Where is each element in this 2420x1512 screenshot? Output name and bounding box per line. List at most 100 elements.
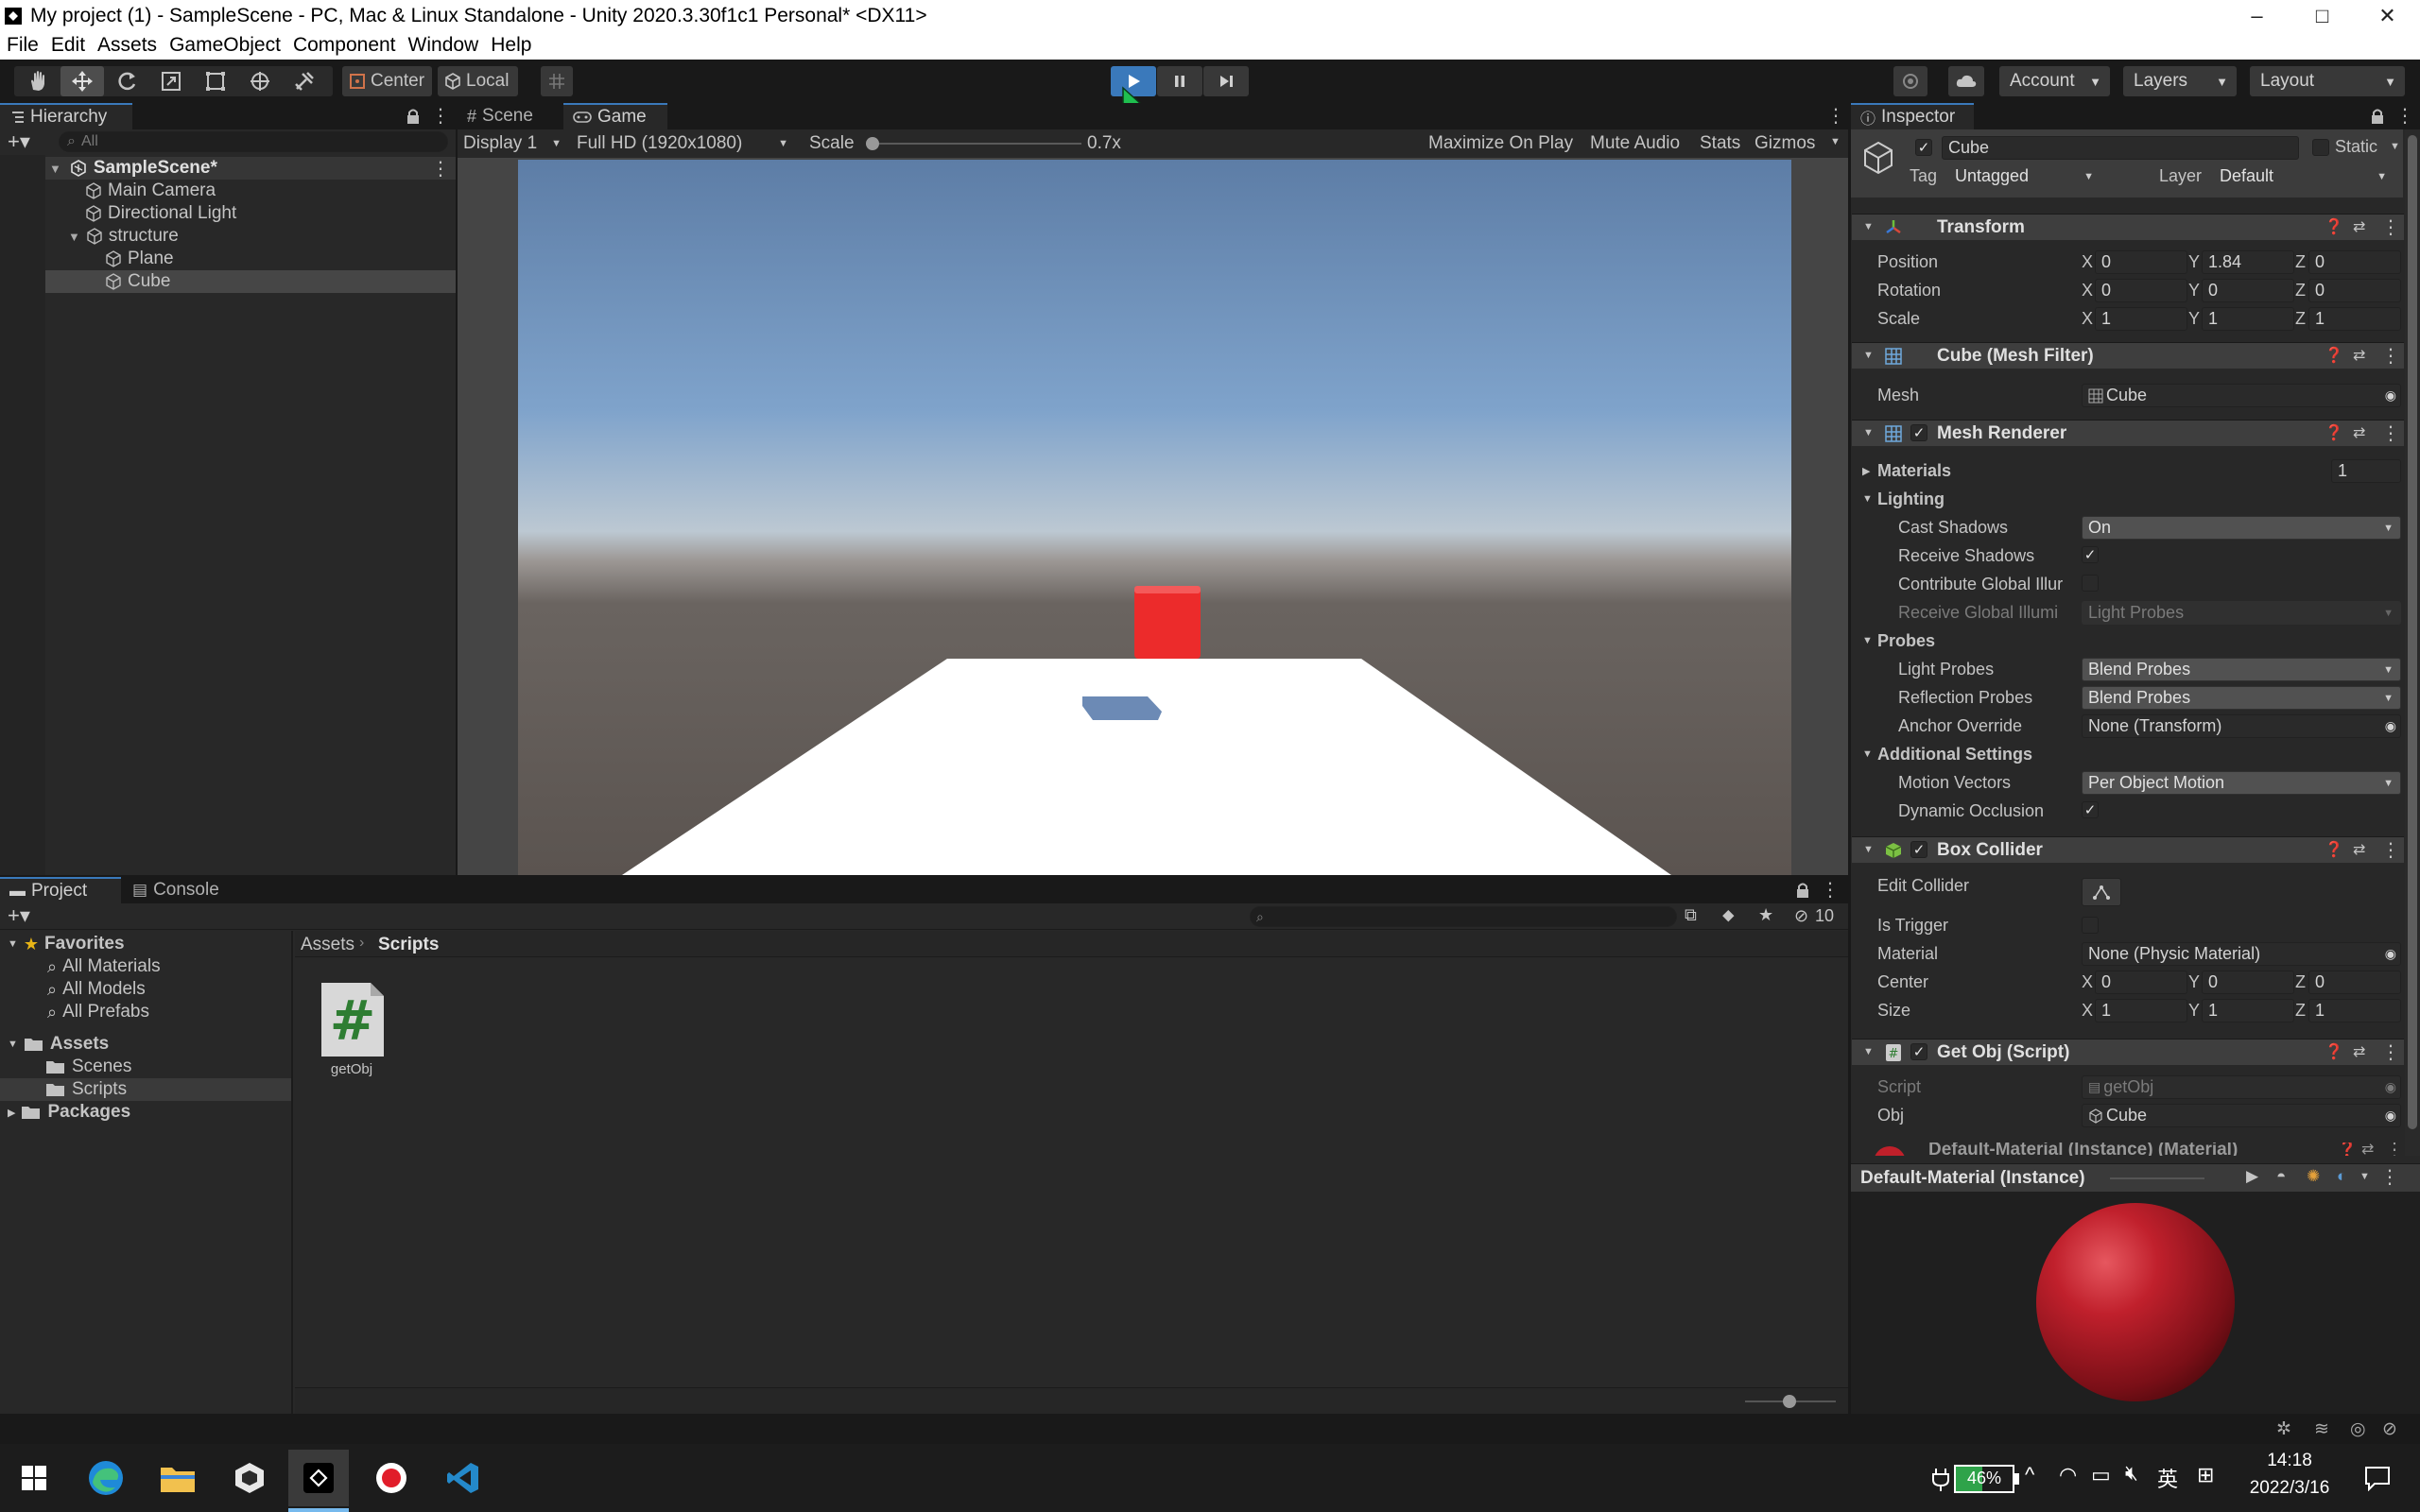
pivot-center-toggle[interactable]: Center <box>342 66 432 96</box>
close-button[interactable]: ✕ <box>2355 0 2420 31</box>
edit-collider-button[interactable] <box>2082 878 2121 906</box>
file-explorer-icon[interactable] <box>154 1454 201 1502</box>
display-dropdown[interactable]: Display 1 ▼ <box>463 132 567 155</box>
grid-snap-button[interactable] <box>541 66 573 96</box>
dynamic-occlusion-checkbox[interactable]: ✓ <box>2082 801 2099 818</box>
scale-tool-icon[interactable] <box>149 66 193 96</box>
preview-background-icon[interactable]: ◐ <box>2337 1167 2346 1186</box>
hierarchy-item-plane[interactable]: Plane <box>0 248 456 270</box>
materials-count-field[interactable]: 1 <box>2331 459 2401 483</box>
tab-game[interactable]: Game <box>563 103 667 129</box>
cache-server-icon[interactable]: ≋ <box>2314 1418 2329 1440</box>
ime-layout-icon[interactable]: ⊞ <box>2197 1463 2214 1487</box>
scale-x-field[interactable]: 1 <box>2095 307 2187 331</box>
hierarchy-item-structure[interactable]: ▼ structure <box>0 225 456 248</box>
expand-arrow-icon[interactable]: ▼ <box>68 230 80 244</box>
rotate-tool-icon[interactable] <box>105 66 148 96</box>
layer-dropdown[interactable]: Default ▼ <box>2214 164 2394 188</box>
rotation-x-field[interactable]: 0 <box>2095 279 2187 302</box>
hierarchy-item-main-camera[interactable]: Main Camera <box>0 180 456 202</box>
material-header[interactable]: Default-Material (Instance) (Material) ❓… <box>1851 1143 2403 1156</box>
foldout-arrow-icon[interactable]: ▼ <box>1862 635 1873 646</box>
collab-button[interactable] <box>1893 66 1927 96</box>
hierarchy-item-directional-light[interactable]: Directional Light <box>0 202 456 225</box>
preset-icon[interactable]: ⇄ <box>2353 423 2365 442</box>
panel-menu-icon[interactable]: ⋮ <box>2380 1165 2399 1189</box>
tag-dropdown[interactable]: Untagged ▼ <box>1949 164 2100 188</box>
power-plug-icon[interactable] <box>1931 1467 1950 1491</box>
contribute-gi-checkbox[interactable] <box>2082 575 2099 592</box>
preset-icon[interactable]: ⇄ <box>2353 346 2365 365</box>
scale-slider-thumb[interactable] <box>866 137 879 150</box>
scale-z-field[interactable]: 1 <box>2308 307 2401 331</box>
battery-indicator[interactable]: 46% <box>1954 1465 2014 1493</box>
script-header[interactable]: ▼ # ✓ Get Obj (Script) ❓ ⇄ ⋮ <box>1852 1039 2404 1065</box>
chevron-down-icon[interactable]: ▼ <box>2360 1171 2370 1182</box>
edge-browser-icon[interactable] <box>82 1454 130 1502</box>
light-probes-dropdown[interactable]: Blend Probes ▼ <box>2082 658 2401 681</box>
help-icon[interactable]: ❓ <box>2325 346 2343 365</box>
rect-tool-icon[interactable] <box>194 66 237 96</box>
mesh-filter-header[interactable]: ▼ Cube (Mesh Filter) ❓ ⇄ ⋮ <box>1852 342 2404 369</box>
folder-item-scripts[interactable]: Scripts <box>0 1078 291 1101</box>
collider-material-field[interactable]: None (Physic Material) ◉ <box>2082 942 2401 966</box>
center-x-field[interactable]: 0 <box>2095 971 2187 994</box>
hierarchy-item-cube[interactable]: Cube <box>0 270 456 293</box>
tab-inspector[interactable]: ⓘ Inspector <box>1851 103 1974 129</box>
lock-icon[interactable] <box>1794 882 1811 899</box>
create-add-button[interactable]: +▾ <box>8 129 30 154</box>
object-picker-icon[interactable]: ◉ <box>2385 1108 2396 1124</box>
clock-date[interactable]: 2022/3/16 <box>2233 1478 2346 1499</box>
center-z-field[interactable]: 0 <box>2308 971 2401 994</box>
help-icon[interactable]: ❓ <box>2325 423 2343 442</box>
scale-y-field[interactable]: 1 <box>2202 307 2294 331</box>
inspector-scrollbar-thumb[interactable] <box>2408 135 2417 1129</box>
static-checkbox[interactable] <box>2312 139 2329 156</box>
help-icon[interactable]: ❓ <box>2338 1143 2357 1156</box>
assets-folder-row[interactable]: ▼ Assets <box>0 1033 109 1056</box>
help-icon[interactable]: ❓ <box>2325 1042 2343 1061</box>
center-y-field[interactable]: 0 <box>2202 971 2294 994</box>
stats-toggle[interactable]: Stats <box>1700 133 1740 154</box>
account-dropdown[interactable]: Account ▼ <box>1999 66 2110 96</box>
folder-item-scenes[interactable]: Scenes <box>0 1056 291 1078</box>
display-icon[interactable]: ▭ <box>2091 1463 2111 1487</box>
move-tool-icon[interactable] <box>60 66 104 96</box>
preview-light-icon[interactable]: ✺ <box>2307 1167 2320 1186</box>
component-menu-icon[interactable]: ⋮ <box>2381 344 2400 368</box>
foldout-arrow-icon[interactable]: ▼ <box>1862 493 1873 505</box>
size-y-field[interactable]: 1 <box>2202 999 2294 1022</box>
preview-area[interactable] <box>1851 1192 2420 1414</box>
mesh-object-field[interactable]: Cube ◉ <box>2082 384 2401 407</box>
foldout-arrow-icon[interactable]: ▶ <box>1862 465 1870 477</box>
lighting-bake-icon[interactable]: ◎ <box>2350 1418 2366 1440</box>
component-menu-icon[interactable]: ⋮ <box>2381 215 2400 239</box>
breadcrumb-scripts[interactable]: Scripts <box>378 935 439 955</box>
box-collider-enabled-checkbox[interactable]: ✓ <box>1910 841 1927 858</box>
chevron-down-icon[interactable]: ▼ <box>1830 136 1841 147</box>
component-menu-icon[interactable]: ⋮ <box>2381 421 2400 445</box>
preset-icon[interactable]: ⇄ <box>2361 1143 2374 1156</box>
favorites-item-prefabs[interactable]: ⌕ All Prefabs <box>0 1001 149 1023</box>
filter-by-type-icon[interactable]: ⧉ <box>1685 905 1697 925</box>
minimize-button[interactable]: – <box>2224 0 2290 31</box>
rotation-y-field[interactable]: 0 <box>2202 279 2294 302</box>
vscode-icon[interactable] <box>440 1454 487 1502</box>
mesh-renderer-enabled-checkbox[interactable]: ✓ <box>1910 424 1927 441</box>
maximize-button[interactable]: □ <box>2290 0 2355 31</box>
tab-console[interactable]: ▤ Console <box>123 877 244 903</box>
favorites-row[interactable]: ▼ ★ Favorites <box>0 933 125 955</box>
rotation-z-field[interactable]: 0 <box>2308 279 2401 302</box>
scale-slider-track[interactable] <box>866 143 1081 145</box>
component-menu-icon[interactable]: ⋮ <box>2381 838 2400 862</box>
bug-icon[interactable]: ✲ <box>2276 1418 2291 1440</box>
resolution-dropdown[interactable]: Full HD (1920x1080) ▼ <box>577 132 794 155</box>
preset-icon[interactable]: ⇄ <box>2353 217 2365 236</box>
windows-start-icon[interactable] <box>10 1454 58 1502</box>
panel-menu-icon[interactable]: ⋮ <box>1821 878 1840 902</box>
auto-generate-icon[interactable]: ⊘ <box>2382 1418 2397 1440</box>
asset-item-getobj[interactable]: # getObj <box>314 981 389 1077</box>
preset-icon[interactable]: ⇄ <box>2353 840 2365 859</box>
scene-row[interactable]: ▼ SampleScene* ⋮ <box>0 157 456 180</box>
obj-field[interactable]: Cube ◉ <box>2082 1104 2401 1127</box>
